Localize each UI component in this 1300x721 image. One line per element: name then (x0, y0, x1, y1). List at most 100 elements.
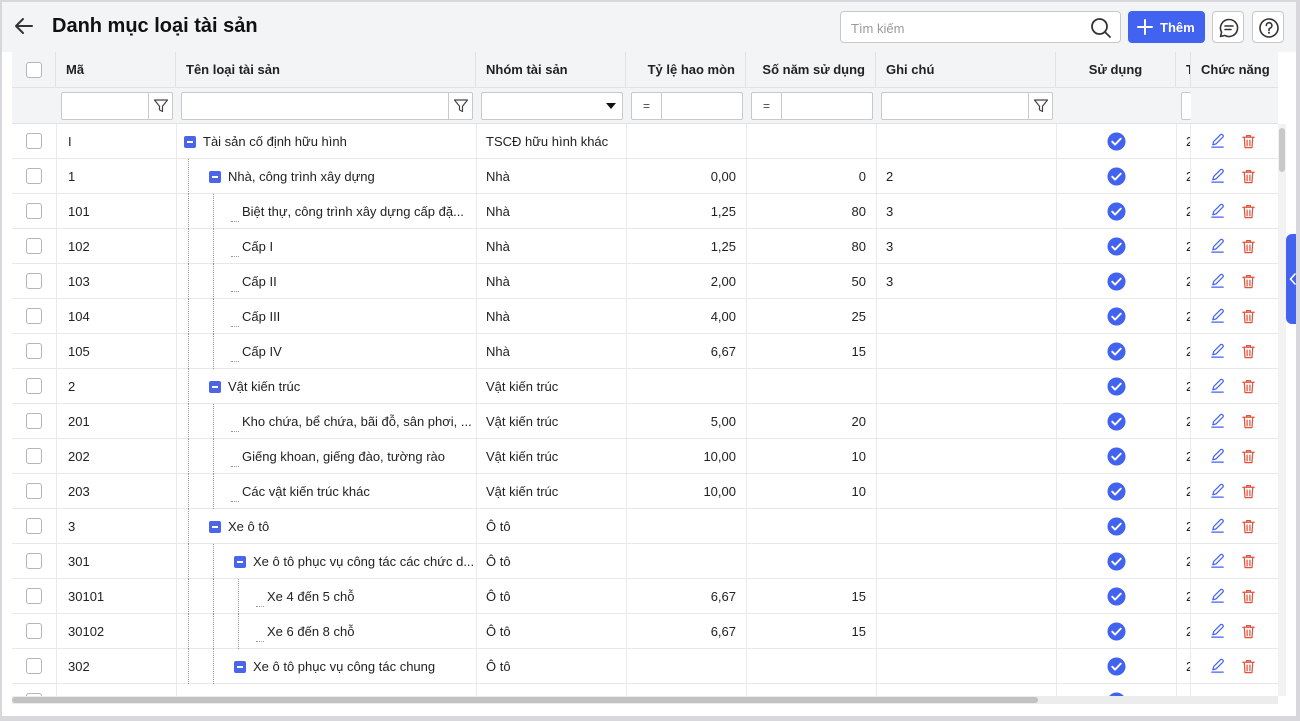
row-checkbox[interactable] (26, 658, 42, 674)
row-checkbox[interactable] (26, 553, 42, 569)
help-button[interactable] (1252, 11, 1284, 43)
search-input[interactable] (851, 18, 1081, 38)
table-row[interactable]: 3 Xe ô tô Ô tô 2 (12, 509, 1278, 544)
delete-icon[interactable] (1240, 588, 1257, 605)
delete-icon[interactable] (1240, 413, 1257, 430)
delete-icon[interactable] (1240, 553, 1257, 570)
edit-icon[interactable] (1209, 413, 1226, 430)
edit-icon[interactable] (1209, 238, 1226, 255)
filter-rate-operator[interactable]: = (632, 93, 662, 119)
edit-icon[interactable] (1209, 273, 1226, 290)
delete-icon[interactable] (1240, 378, 1257, 395)
feedback-button[interactable] (1212, 11, 1244, 43)
collapse-icon[interactable] (209, 521, 221, 533)
table-row[interactable]: 302 Xe ô tô phục vụ công tác chung Ô tô 2 (12, 649, 1278, 684)
column-header-extra[interactable]: T (1176, 52, 1190, 87)
filter-rate-input[interactable]: = (631, 92, 743, 120)
table-row[interactable]: 102 Cấp I Nhà 1,25 80 3 2 (12, 229, 1278, 264)
delete-icon[interactable] (1240, 343, 1257, 360)
edit-icon[interactable] (1209, 378, 1226, 395)
delete-icon[interactable] (1240, 273, 1257, 290)
row-checkbox[interactable] (26, 133, 42, 149)
row-checkbox[interactable] (26, 378, 42, 394)
row-checkbox[interactable] (26, 588, 42, 604)
filter-code-button[interactable] (148, 93, 172, 119)
add-button[interactable]: Thêm (1128, 11, 1205, 43)
edit-icon[interactable] (1209, 133, 1226, 150)
collapse-icon[interactable] (184, 136, 196, 148)
row-checkbox[interactable] (26, 343, 42, 359)
column-header-name[interactable]: Tên loại tài sản (176, 52, 476, 87)
table-row[interactable]: 301 Xe ô tô phục vụ công tác các chức d..… (12, 544, 1278, 579)
filter-group-select[interactable] (481, 92, 623, 120)
collapse-icon[interactable] (234, 556, 246, 568)
filter-name-button[interactable] (448, 93, 472, 119)
vertical-scrollbar[interactable] (1278, 124, 1286, 696)
horizontal-scrollbar[interactable] (12, 696, 1278, 704)
delete-icon[interactable] (1240, 518, 1257, 535)
table-row[interactable]: 202 Giếng khoan, giếng đào, tường rào Vật … (12, 439, 1278, 474)
filter-name-input[interactable] (181, 92, 473, 120)
edit-icon[interactable] (1209, 483, 1226, 500)
row-checkbox[interactable] (26, 308, 42, 324)
table-row[interactable]: 203 Các vật kiến trúc khác Vật kiến trúc 10… (12, 474, 1278, 509)
column-header-years[interactable]: Số năm sử dụng (746, 52, 876, 87)
edit-icon[interactable] (1209, 518, 1226, 535)
row-checkbox[interactable] (26, 203, 42, 219)
table-row[interactable] (12, 684, 1278, 696)
row-checkbox[interactable] (26, 518, 42, 534)
filter-note-input[interactable] (881, 92, 1053, 120)
row-checkbox[interactable] (26, 483, 42, 499)
filter-code-input[interactable] (61, 92, 173, 120)
edit-icon[interactable] (1209, 658, 1226, 675)
row-checkbox[interactable] (26, 413, 42, 429)
delete-icon[interactable] (1240, 448, 1257, 465)
collapse-icon[interactable] (209, 381, 221, 393)
edit-icon[interactable] (1209, 308, 1226, 325)
delete-icon[interactable] (1240, 168, 1257, 185)
edit-icon[interactable] (1209, 588, 1226, 605)
table-row[interactable]: 1 Nhà, công trình xây dựng Nhà 0,00 0 2 2 (12, 159, 1278, 194)
edit-icon[interactable] (1209, 343, 1226, 360)
table-row[interactable]: 30101 Xe 4 đến 5 chỗ Ô tô 6,67 15 2 (12, 579, 1278, 614)
horizontal-scroll-thumb[interactable] (12, 697, 1038, 703)
table-row[interactable]: 2 Vật kiến trúc Vật kiến trúc 2 (12, 369, 1278, 404)
row-checkbox[interactable] (26, 273, 42, 289)
search-box[interactable] (840, 11, 1121, 43)
table-row[interactable]: 101 Biệt thự, công trình xây dựng cấp đặ.… (12, 194, 1278, 229)
delete-icon[interactable] (1240, 623, 1257, 640)
delete-icon[interactable] (1240, 238, 1257, 255)
column-header-used[interactable]: Sử dụng (1056, 52, 1176, 87)
table-row[interactable]: I Tài sản cố định hữu hình TSCĐ hữu hình k… (12, 124, 1278, 159)
collapse-icon[interactable] (209, 171, 221, 183)
filter-years-input[interactable]: = (751, 92, 873, 120)
select-all-checkbox[interactable] (26, 62, 42, 78)
row-checkbox[interactable] (26, 238, 42, 254)
delete-icon[interactable] (1240, 658, 1257, 675)
column-header-note[interactable]: Ghi chú (876, 52, 1056, 87)
collapse-icon[interactable] (234, 661, 246, 673)
back-arrow-icon[interactable] (12, 14, 36, 38)
side-panel-toggle[interactable] (1286, 234, 1296, 324)
column-header-rate[interactable]: Tỷ lệ hao mòn (626, 52, 746, 87)
delete-icon[interactable] (1240, 203, 1257, 220)
edit-icon[interactable] (1209, 448, 1226, 465)
row-checkbox[interactable] (26, 168, 42, 184)
delete-icon[interactable] (1240, 133, 1257, 150)
vertical-scroll-thumb[interactable] (1279, 128, 1285, 172)
edit-icon[interactable] (1209, 203, 1226, 220)
edit-icon[interactable] (1209, 168, 1226, 185)
edit-icon[interactable] (1209, 623, 1226, 640)
search-icon[interactable] (1090, 17, 1112, 39)
delete-icon[interactable] (1240, 308, 1257, 325)
table-row[interactable]: 105 Cấp IV Nhà 6,67 15 2 (12, 334, 1278, 369)
column-header-code[interactable]: Mã (56, 52, 176, 87)
delete-icon[interactable] (1240, 483, 1257, 500)
filter-note-button[interactable] (1028, 93, 1052, 119)
row-checkbox[interactable] (26, 623, 42, 639)
filter-years-operator[interactable]: = (752, 93, 782, 119)
table-row[interactable]: 201 Kho chứa, bể chứa, bãi đỗ, sân phơi, … (12, 404, 1278, 439)
filter-extra-input[interactable] (1181, 92, 1191, 120)
table-row[interactable]: 30102 Xe 6 đến 8 chỗ Ô tô 6,67 15 2 (12, 614, 1278, 649)
row-checkbox[interactable] (26, 448, 42, 464)
